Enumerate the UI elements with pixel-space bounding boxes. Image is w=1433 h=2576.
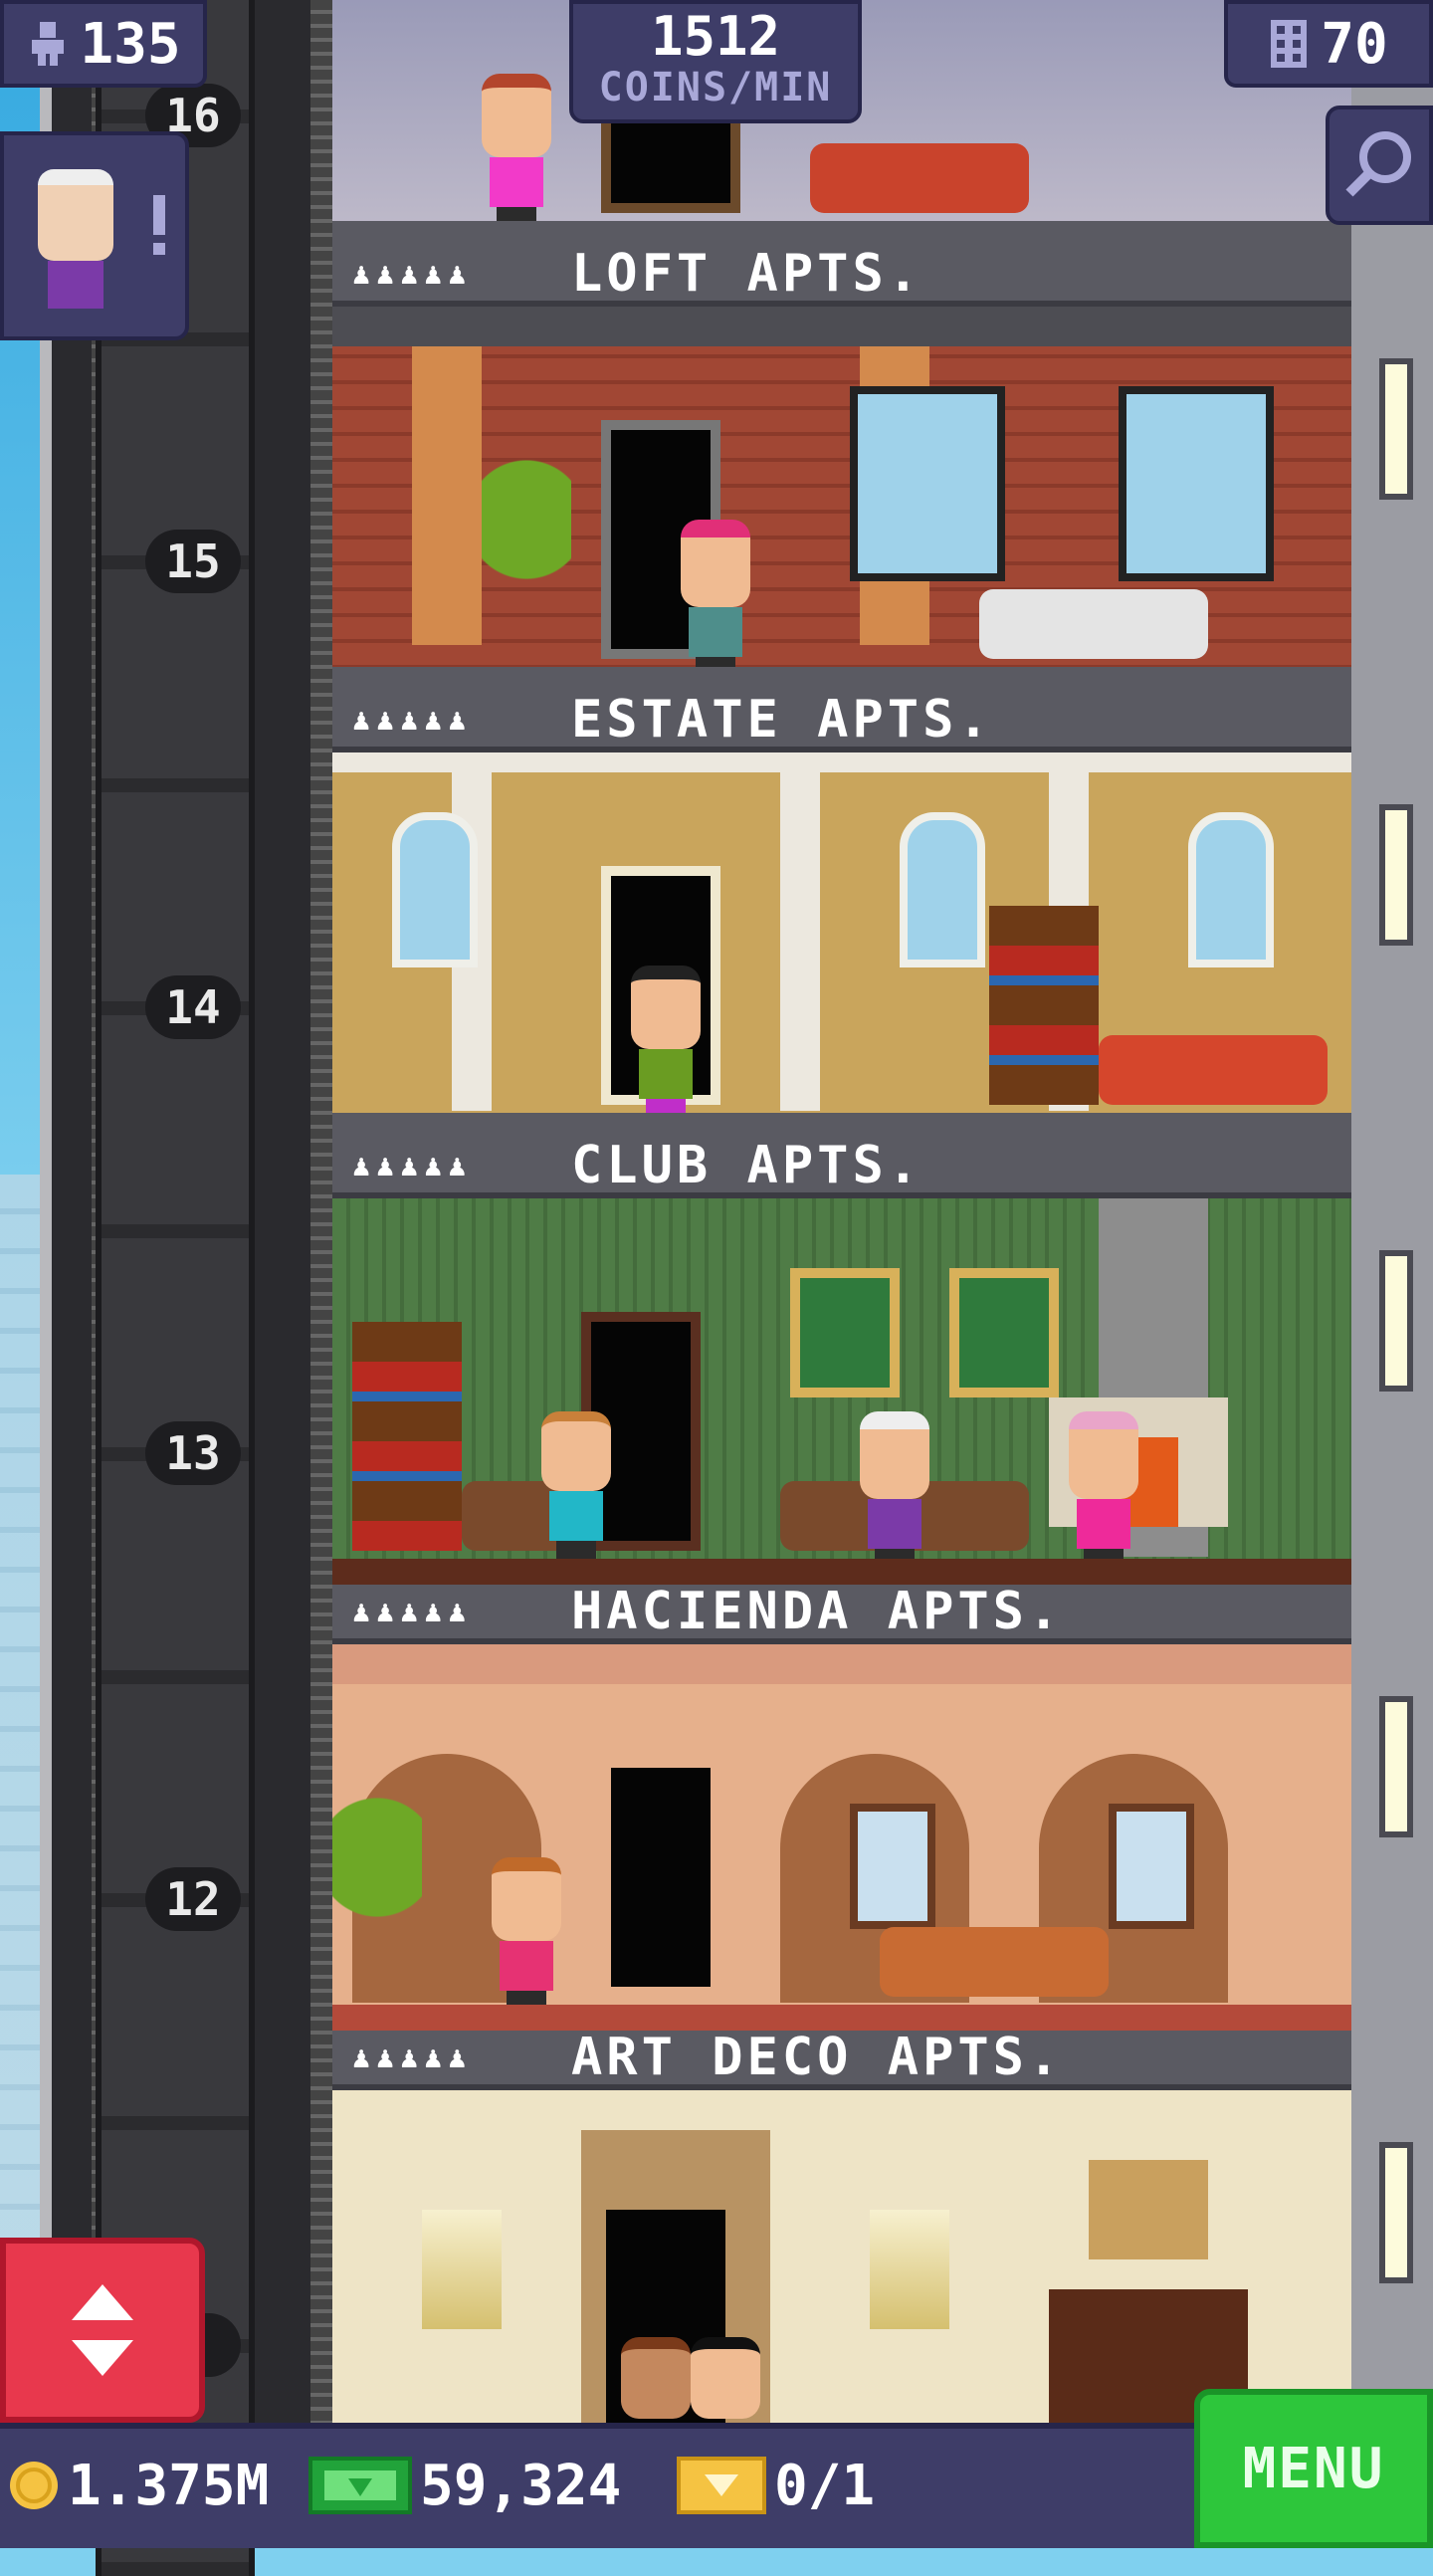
resident-count-icons: ♟♟♟♟♟ [352, 256, 473, 292]
resident-count-icons: ♟♟♟♟♟ [352, 2039, 473, 2075]
floor-sign: ♟♟♟♟♟ ART DECO APTS. [332, 2031, 1351, 2090]
window [900, 812, 985, 967]
bux-value: 59,324 [420, 2453, 622, 2518]
elevator-cable [310, 0, 332, 2548]
resident-avatar[interactable] [860, 1411, 929, 1569]
floor-sign: ♟♟♟♟♟ ESTATE APTS. [332, 693, 1351, 752]
population-counter[interactable]: 135 [0, 0, 207, 88]
floor-name: CLUB APTS. [571, 1139, 923, 1195]
floor-baseboard [332, 1559, 1351, 1585]
floor-name: ART DECO APTS. [571, 2031, 1064, 2087]
population-value: 135 [80, 11, 181, 77]
club-room [332, 1198, 1351, 1585]
coins-per-min-value: 1512 [650, 5, 781, 68]
resident-avatar[interactable] [681, 520, 750, 677]
resident-count-icons: ♟♟♟♟♟ [352, 1148, 473, 1183]
window [1188, 812, 1274, 967]
person-icon [32, 22, 65, 66]
floor-count-value: 70 [1321, 11, 1388, 77]
floor-baseboard [332, 1113, 1351, 1139]
floor-estate-apts[interactable]: ♟♟♟♟♟ ESTATE APTS. [332, 693, 1351, 1139]
resident-portrait-button[interactable] [0, 131, 189, 340]
floor-count-display[interactable]: 70 [1224, 0, 1433, 88]
edge-window [1379, 2142, 1413, 2283]
floor-loft-apts[interactable]: ♟♟♟♟♟ LOFT APTS. [332, 247, 1351, 693]
floor-sign: ♟♟♟♟♟ LOFT APTS. [332, 247, 1351, 307]
hacienda-room [332, 1644, 1351, 2031]
bookshelf [989, 906, 1099, 1105]
floor-name: ESTATE APTS. [571, 693, 993, 750]
floor-sign: ♟♟♟♟♟ CLUB APTS. [332, 1139, 1351, 1198]
vip-tickets[interactable]: 0/1 [677, 2451, 875, 2520]
estate-room [332, 752, 1351, 1139]
zoom-button[interactable] [1326, 106, 1433, 225]
resident-avatar[interactable] [492, 1857, 561, 2011]
sofa [979, 589, 1208, 659]
resident-count-icons: ♟♟♟♟♟ [352, 702, 473, 738]
resident-avatar[interactable] [1069, 1411, 1138, 1569]
coins-per-minute-display[interactable]: 1512 COINS/MIN [569, 0, 862, 123]
resident-avatar[interactable] [482, 74, 551, 227]
potted-plant [332, 1798, 422, 1997]
bux-balance[interactable]: 59,324 [308, 2451, 621, 2520]
window [1119, 386, 1274, 581]
resident-avatar[interactable] [541, 1411, 611, 1561]
sofa [810, 143, 1029, 213]
sofa [1099, 1035, 1328, 1105]
portrait-frame [790, 1268, 900, 1397]
coins-per-min-label: COINS/MIN [598, 65, 833, 110]
edge-window [1379, 1696, 1413, 1837]
window [392, 812, 478, 967]
floor-club-apts[interactable]: ♟♟♟♟♟ CLUB APTS. [332, 1139, 1351, 1585]
floor-name: HACIENDA APTS. [571, 1585, 1064, 1641]
exclamation-icon [153, 195, 165, 235]
bookshelf [352, 1322, 462, 1551]
floor-baseboard [332, 2005, 1351, 2031]
potted-plant [482, 460, 571, 659]
floor-baseboard [332, 667, 1351, 693]
resident-avatar[interactable] [631, 966, 701, 1119]
vip-ticket-icon [677, 2457, 766, 2514]
elevator-button[interactable] [0, 2238, 205, 2423]
edge-window [1379, 1250, 1413, 1392]
coin-icon [10, 2462, 58, 2509]
floor-hacienda-apts[interactable]: ♟♟♟♟♟ HACIENDA APTS. [332, 1585, 1351, 2031]
floor-number-14: 14 [145, 975, 241, 1039]
up-down-arrows-icon [72, 2284, 133, 2376]
magnifier-icon [1345, 131, 1411, 197]
window [1109, 1804, 1194, 1929]
building-edge [1351, 0, 1433, 2429]
loft-room [332, 307, 1351, 693]
bux-bill-icon [308, 2457, 412, 2514]
window [850, 386, 1005, 581]
coins-value: 1.375M [68, 2453, 270, 2518]
door [601, 1758, 720, 1997]
resident-count-icons: ♟♟♟♟♟ [352, 1594, 473, 1629]
resident-body [48, 261, 103, 309]
floor-number-13: 13 [145, 1421, 241, 1485]
floor-name: LOFT APTS. [571, 247, 923, 304]
floor-sign: ♟♟♟♟♟ HACIENDA APTS. [332, 1585, 1351, 1644]
building-icon [1271, 20, 1308, 68]
edge-window [1379, 804, 1413, 946]
tickets-value: 0/1 [774, 2453, 876, 2518]
floor-number-12: 12 [145, 1867, 241, 1931]
portrait-frame [949, 1268, 1059, 1397]
sofa [880, 1927, 1109, 1997]
menu-button[interactable]: MENU [1194, 2389, 1433, 2548]
window [850, 1804, 935, 1929]
floor-number-15: 15 [145, 530, 241, 593]
floor-baseboard [332, 221, 1351, 247]
coins-balance[interactable]: 1.375M [8, 2451, 269, 2520]
resident-face [38, 169, 113, 261]
edge-window [1379, 358, 1413, 500]
